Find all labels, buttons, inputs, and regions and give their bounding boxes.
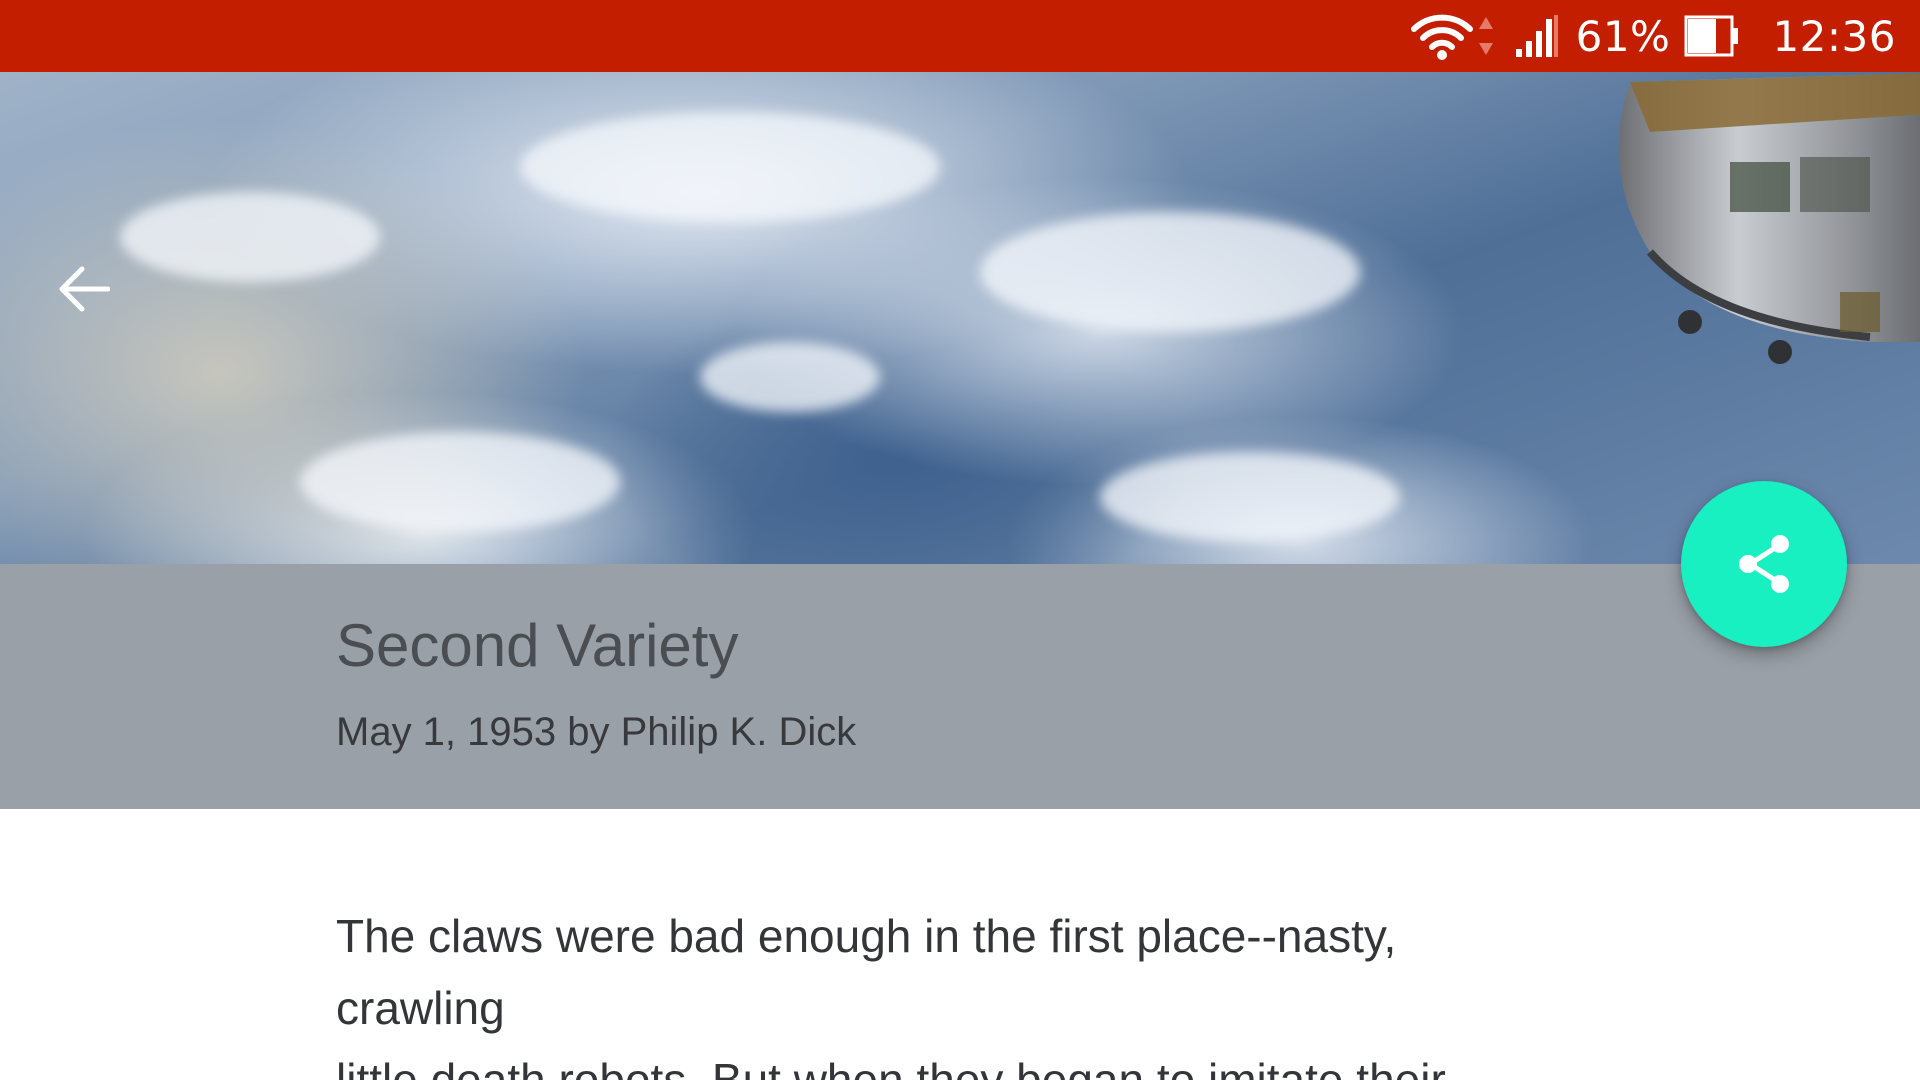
wifi-icon — [1410, 11, 1474, 61]
status-indicators: 61% 12:36 — [1410, 0, 1896, 72]
share-icon — [1739, 535, 1789, 593]
cloud-shape — [120, 192, 380, 282]
story-header: Second Variety May 1, 1953 by Philip K. … — [0, 564, 1920, 809]
status-clock: 12:36 — [1772, 11, 1896, 61]
story-title: Second Variety — [336, 612, 739, 679]
cloud-shape — [980, 212, 1360, 332]
arrow-back-icon — [59, 266, 110, 312]
hero-image — [0, 72, 1920, 564]
cloud-shape — [700, 342, 880, 412]
body-line: crawling — [336, 982, 505, 1034]
cloud-shape — [520, 112, 940, 222]
share-button[interactable] — [1681, 481, 1847, 647]
body-line: The claws were bad enough in the first p… — [336, 910, 1397, 962]
story-body: The claws were bad enough in the first p… — [336, 900, 1536, 1080]
cloud-shape — [1100, 452, 1400, 542]
cloud-shape — [300, 432, 620, 532]
back-button[interactable] — [52, 257, 116, 321]
status-bar: 61% 12:36 — [0, 0, 1920, 72]
body-line: little death robots. But when they began… — [336, 1054, 1446, 1080]
space-station-image — [1618, 73, 1920, 364]
battery-percent: 61% — [1575, 11, 1671, 61]
data-arrows-icon — [1478, 15, 1494, 57]
cell-signal-icon — [1514, 13, 1560, 59]
article-screen: 61% 12:36 Second Variety May 1, 1953 by … — [0, 0, 1920, 1080]
battery-icon — [1684, 15, 1740, 57]
story-meta: May 1, 1953 by Philip K. Dick — [336, 710, 857, 754]
